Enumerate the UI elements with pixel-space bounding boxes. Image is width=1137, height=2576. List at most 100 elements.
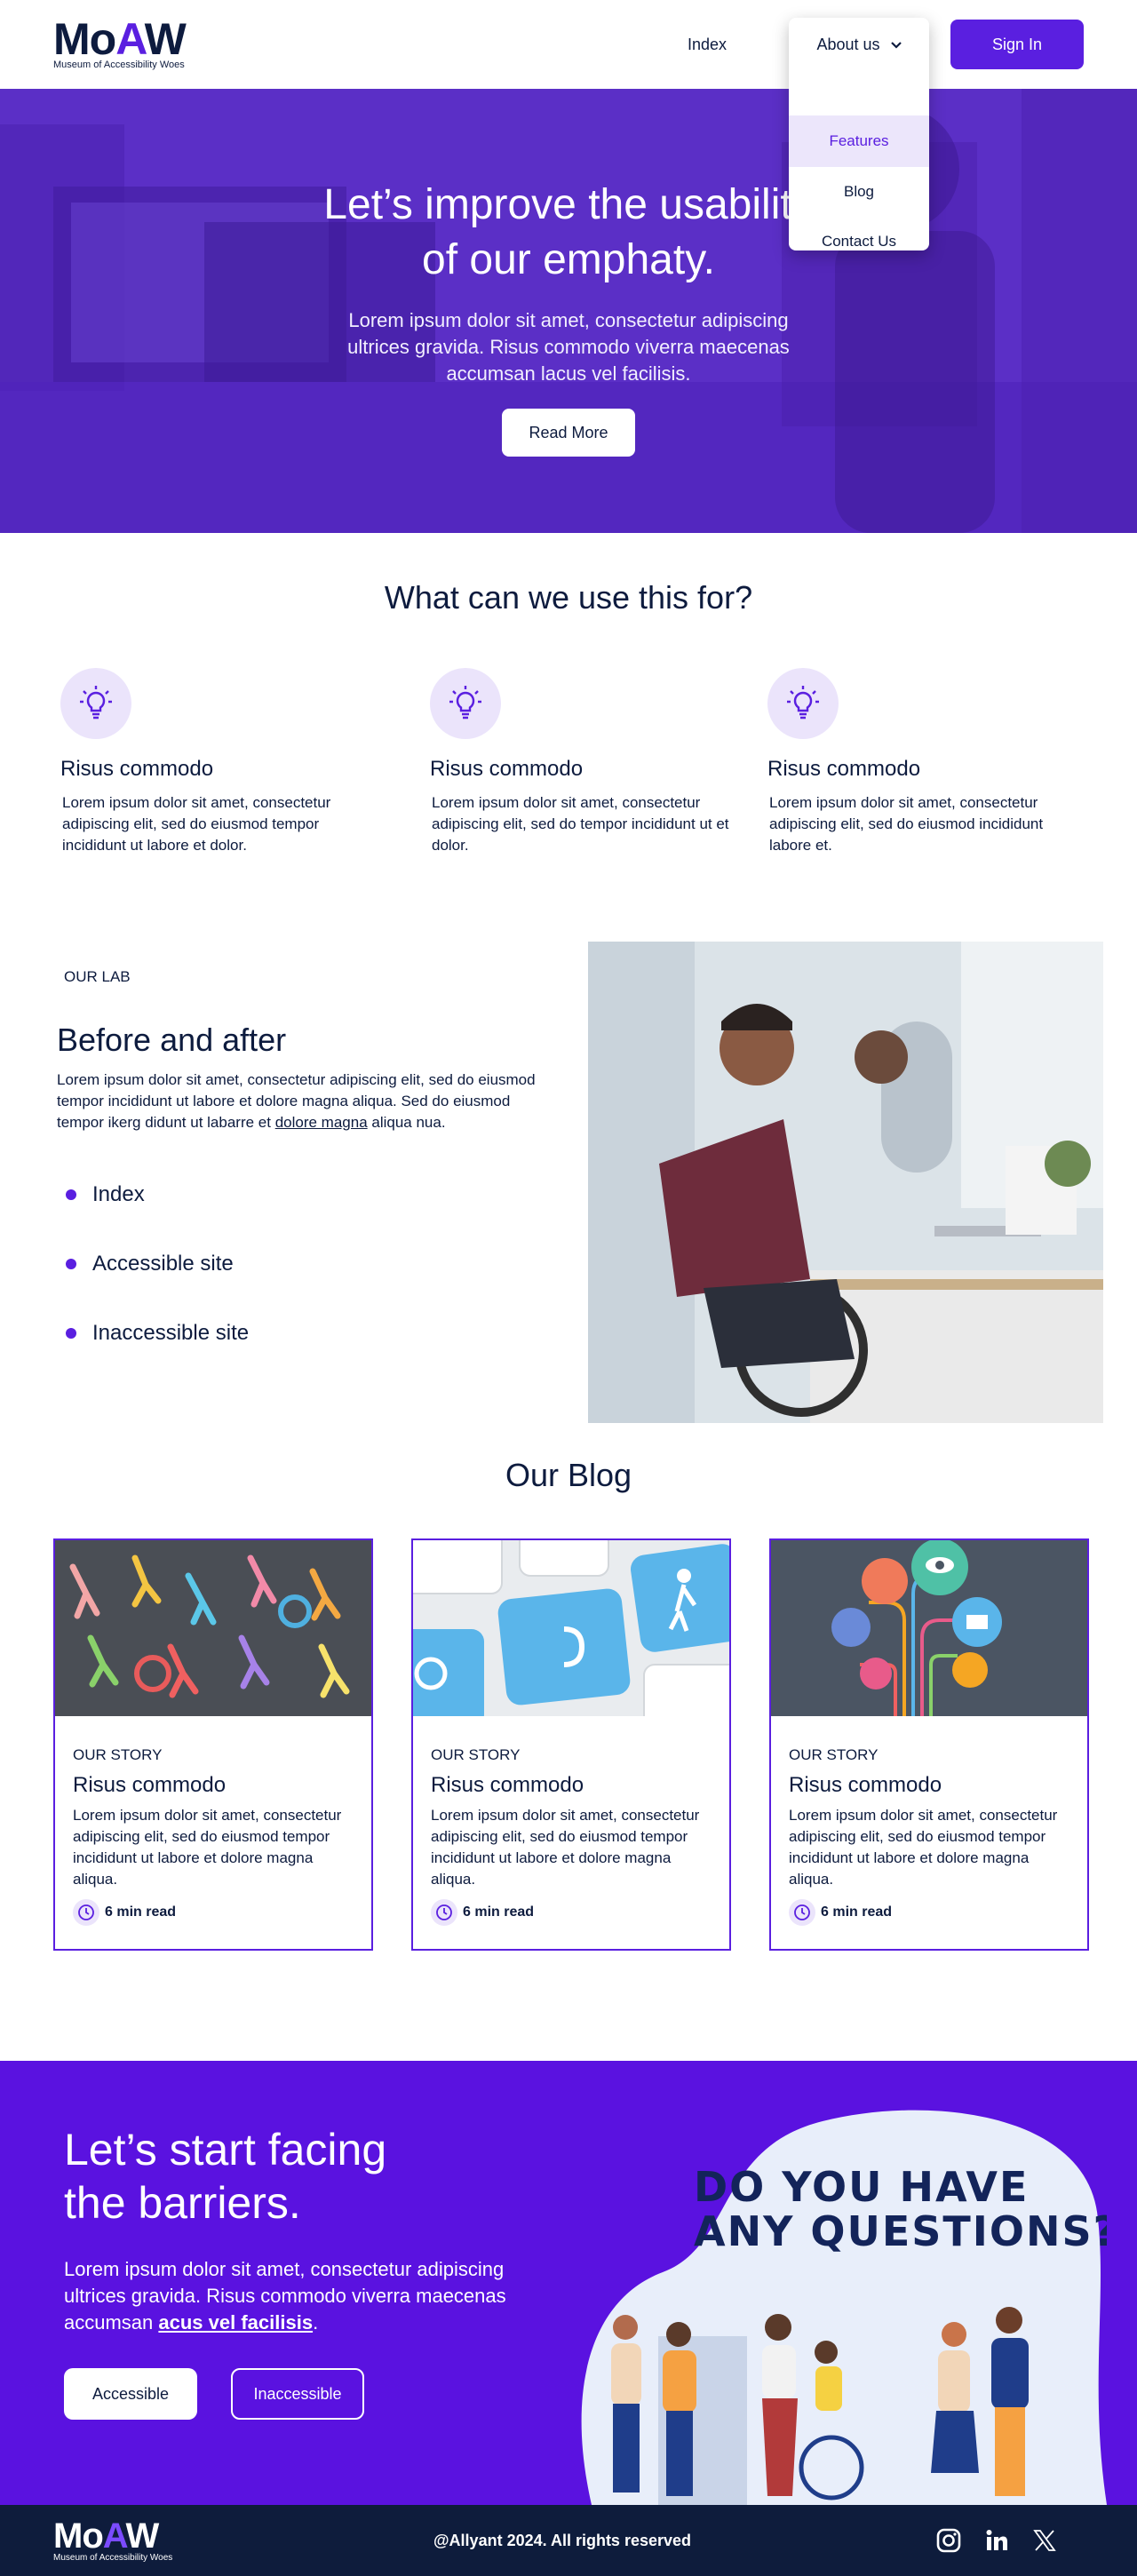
feature-title: Risus commodo xyxy=(430,757,584,781)
read-more-button[interactable]: Read More xyxy=(502,409,635,457)
lab-eyebrow: OUR LAB xyxy=(64,968,131,985)
feature-title: Risus commodo xyxy=(767,757,921,781)
read-time: 6 min read xyxy=(73,1899,354,1926)
cta-content: Let’s start facing the barriers. Lorem i… xyxy=(64,2123,579,2420)
lightbulb-icon xyxy=(430,668,501,739)
lightbulb-icon xyxy=(767,668,839,739)
lab-list: Index Accessible site Inaccessible site xyxy=(57,1181,554,1347)
cta-title: Let’s start facing the barriers. xyxy=(64,2123,579,2230)
dropdown-item-features[interactable]: Features xyxy=(789,115,929,167)
card-title: Risus commodo xyxy=(431,1773,584,1797)
dropdown-item-contact[interactable]: Contact Us xyxy=(789,217,929,266)
read-time-label: 6 min read xyxy=(105,1904,177,1920)
cta-section: Let’s start facing the barriers. Lorem i… xyxy=(0,2061,1137,2505)
card-eyebrow: OUR STORY xyxy=(73,1746,163,1763)
about-us-toggle-label: About us xyxy=(816,35,880,53)
blog-card-image xyxy=(55,1540,371,1716)
feature-item: Risus commodo Lorem ipsum dolor sit amet… xyxy=(60,668,430,856)
hero-title-line2: of our emphaty. xyxy=(422,236,715,283)
instagram-icon[interactable] xyxy=(934,2526,963,2555)
hero-title: Let’s improve the usability of our empha… xyxy=(0,178,1137,288)
features-title: What can we use this for? xyxy=(384,579,753,616)
card-eyebrow: OUR STORY xyxy=(789,1746,879,1763)
cta-text-link[interactable]: acus vel facilisis xyxy=(158,2311,313,2334)
logo-wordmark: MoAW xyxy=(53,14,187,64)
feature-item: Risus commodo Lorem ipsum dolor sit amet… xyxy=(430,668,767,856)
hero-section: Let’s improve the usability of our empha… xyxy=(0,89,1137,533)
blog-card-body: OUR STORY Risus commodo Lorem ipsum dolo… xyxy=(771,1716,1087,1926)
about-us-toggle[interactable]: About us xyxy=(789,18,929,71)
main-nav: Index About us About us Features Blog Co… xyxy=(688,18,1084,250)
blog-card-body: OUR STORY Risus commodo Lorem ipsum dolo… xyxy=(55,1716,371,1926)
blog-card[interactable]: OUR STORY Risus commodo Lorem ipsum dolo… xyxy=(411,1538,731,1951)
blog-title: Our Blog xyxy=(505,1457,632,1493)
bullet-dot-icon xyxy=(66,1259,76,1269)
lightbulb-icon xyxy=(60,668,131,739)
lab-title: Before and after xyxy=(57,1022,287,1058)
features-section: What can we use this for? Risus commodo … xyxy=(0,533,1137,942)
footer-logo-wordmark: MoAW xyxy=(53,2516,159,2556)
lab-text: Lorem ipsum dolor sit amet, consectetur … xyxy=(57,1069,554,1133)
footer-logo-tagline: Museum of Accessibility Woes xyxy=(53,2552,173,2563)
hero-title-line1: Let’s improve the usability xyxy=(323,181,814,228)
card-title: Risus commodo xyxy=(789,1773,942,1797)
lab-list-item[interactable]: Accessible site xyxy=(66,1251,554,1277)
chevron-down-icon xyxy=(890,37,902,52)
site-logo[interactable]: MoAW Museum of Accessibility Woes xyxy=(53,14,187,70)
blog-card-image xyxy=(771,1540,1087,1716)
about-dropdown: About us Features Blog Contact Us xyxy=(789,18,929,250)
about-menu: About us About us Features Blog Contact … xyxy=(789,18,929,250)
lab-list-label: Inaccessible site xyxy=(92,1321,250,1345)
dropdown-item-blog[interactable]: Blog xyxy=(789,167,929,217)
social-links xyxy=(915,2526,1059,2555)
card-text: Lorem ipsum dolor sit amet, consectetur … xyxy=(73,1807,342,1888)
bubble-text-line2: ANY QUESTIONS? xyxy=(694,2207,1107,2255)
linkedin-icon[interactable] xyxy=(982,2526,1011,2555)
logo-tagline: Museum of Accessibility Woes xyxy=(53,60,185,70)
inaccessible-button[interactable]: Inaccessible xyxy=(231,2368,364,2420)
clock-icon xyxy=(431,1899,457,1926)
card-text: Lorem ipsum dolor sit amet, consectetur … xyxy=(431,1807,700,1888)
bullet-dot-icon xyxy=(66,1328,76,1339)
lab-list-item[interactable]: Inaccessible site xyxy=(66,1320,554,1347)
card-text: Lorem ipsum dolor sit amet, consectetur … xyxy=(789,1807,1058,1888)
lab-text-link[interactable]: dolore magna xyxy=(275,1114,368,1131)
blog-section: Our Blog OUR STORY Risus commodo Lorem i… xyxy=(0,1457,1137,2061)
card-eyebrow: OUR STORY xyxy=(431,1746,521,1763)
bullet-dot-icon xyxy=(66,1189,76,1200)
footer-logo[interactable]: MoAW Museum of Accessibility Woes xyxy=(53,2516,173,2563)
card-title: Risus commodo xyxy=(73,1773,227,1797)
feature-text: Lorem ipsum dolor sit amet, consectetur … xyxy=(432,794,729,854)
hero-text: Lorem ipsum dolor sit amet, consectetur … xyxy=(347,309,790,385)
lab-content: OUR LAB Before and after Lorem ipsum dol… xyxy=(57,968,554,1389)
questions-illustration: DO YOU HAVE ANY QUESTIONS? xyxy=(556,2095,1117,2505)
accessible-button[interactable]: Accessible xyxy=(64,2368,197,2420)
lab-section: OUR LAB Before and after Lorem ipsum dol… xyxy=(0,942,1137,1457)
read-time: 6 min read xyxy=(431,1899,712,1926)
hero-content: Let’s improve the usability of our empha… xyxy=(0,89,1137,457)
bubble-text-line1: DO YOU HAVE xyxy=(694,2163,1029,2211)
lab-list-label: Accessible site xyxy=(92,1252,234,1276)
blog-card[interactable]: OUR STORY Risus commodo Lorem ipsum dolo… xyxy=(53,1538,373,1951)
blog-card[interactable]: OUR STORY Risus commodo Lorem ipsum dolo… xyxy=(769,1538,1089,1951)
cta-text-end: . xyxy=(313,2311,319,2334)
lab-list-item[interactable]: Index xyxy=(66,1181,554,1208)
cta-title-line2: the barriers. xyxy=(64,2178,301,2228)
feature-title: Risus commodo xyxy=(60,757,214,781)
feature-text: Lorem ipsum dolor sit amet, consectetur … xyxy=(62,794,331,854)
read-time: 6 min read xyxy=(789,1899,1069,1926)
blog-card-image xyxy=(413,1540,729,1716)
lab-photo xyxy=(588,942,1103,1423)
lab-text-end: aliqua nua. xyxy=(367,1114,446,1131)
site-footer: MoAW Museum of Accessibility Woes @Allya… xyxy=(0,2505,1137,2576)
feature-item: Risus commodo Lorem ipsum dolor sit amet… xyxy=(767,668,1137,856)
copyright-text: @Allyant 2024. All rights reserved xyxy=(433,2531,692,2549)
blog-card-body: OUR STORY Risus commodo Lorem ipsum dolo… xyxy=(413,1716,729,1926)
site-header: MoAW Museum of Accessibility Woes Index … xyxy=(0,0,1137,250)
lab-list-label: Index xyxy=(92,1182,145,1206)
x-icon[interactable] xyxy=(1030,2526,1059,2555)
feature-text: Lorem ipsum dolor sit amet, consectetur … xyxy=(769,794,1044,854)
sign-in-button[interactable]: Sign In xyxy=(950,20,1084,69)
nav-index-link[interactable]: Index xyxy=(688,36,727,54)
read-time-label: 6 min read xyxy=(821,1904,893,1920)
